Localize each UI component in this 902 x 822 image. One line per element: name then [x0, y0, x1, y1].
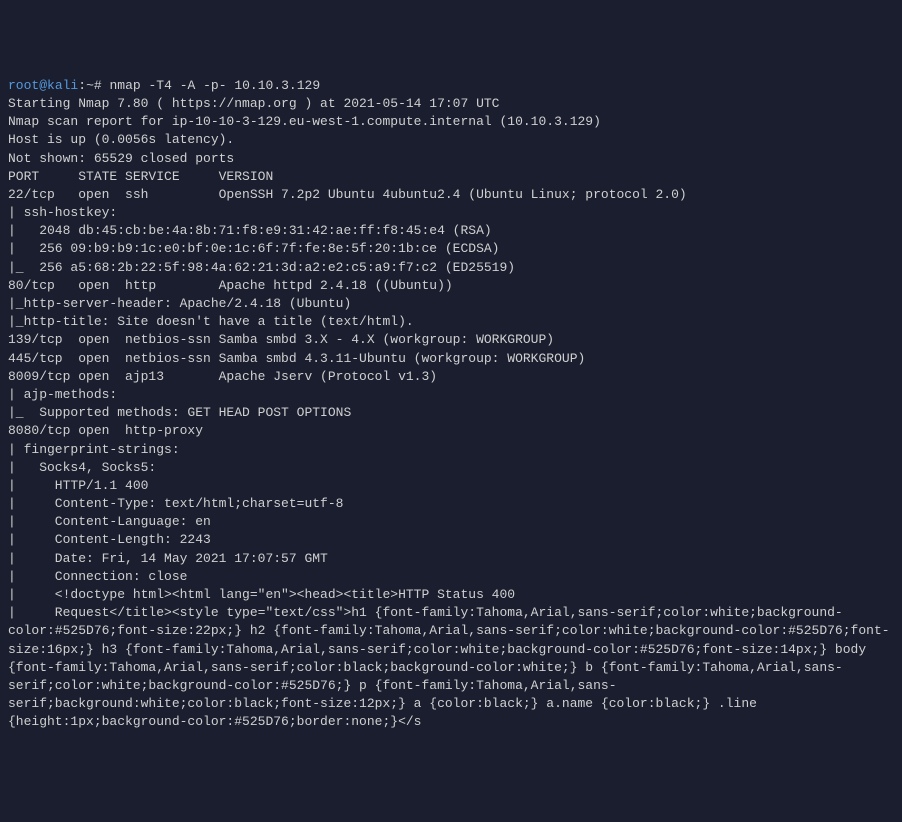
output-line: | 2048 db:45:cb:be:4a:8b:71:f8:e9:31:42:…	[8, 222, 894, 240]
output-line: 80/tcp open http Apache httpd 2.4.18 ((U…	[8, 277, 894, 295]
prompt-line[interactable]: root@kali:~# nmap -T4 -A -p- 10.10.3.129	[8, 77, 894, 95]
output-line: 8080/tcp open http-proxy	[8, 422, 894, 440]
output-line: PORT STATE SERVICE VERSION	[8, 168, 894, 186]
output-line: | 256 09:b9:b9:1c:e0:bf:0e:1c:6f:7f:fe:8…	[8, 240, 894, 258]
output-line: |_ Supported methods: GET HEAD POST OPTI…	[8, 404, 894, 422]
output-line: | fingerprint-strings:	[8, 441, 894, 459]
output-line: | <!doctype html><html lang="en"><head><…	[8, 586, 894, 604]
output-line: 445/tcp open netbios-ssn Samba smbd 4.3.…	[8, 350, 894, 368]
output-line: Nmap scan report for ip-10-10-3-129.eu-w…	[8, 113, 894, 131]
prompt-user: root	[8, 78, 39, 93]
output-line: | Content-Length: 2243	[8, 531, 894, 549]
output-line: | ajp-methods:	[8, 386, 894, 404]
terminal-output: root@kali:~# nmap -T4 -A -p- 10.10.3.129…	[8, 77, 894, 732]
output-line: | Content-Language: en	[8, 513, 894, 531]
output-line: |_ 256 a5:68:2b:22:5f:98:4a:62:21:3d:a2:…	[8, 259, 894, 277]
output-line: | Connection: close	[8, 568, 894, 586]
output-line: 139/tcp open netbios-ssn Samba smbd 3.X …	[8, 331, 894, 349]
output-line: Not shown: 65529 closed ports	[8, 150, 894, 168]
output-line: | Date: Fri, 14 May 2021 17:07:57 GMT	[8, 550, 894, 568]
output-line: 22/tcp open ssh OpenSSH 7.2p2 Ubuntu 4ub…	[8, 186, 894, 204]
prompt-colon: :	[78, 78, 86, 93]
output-line: | Request</title><style type="text/css">…	[8, 604, 894, 731]
output-line: | ssh-hostkey:	[8, 204, 894, 222]
output-line: | Content-Type: text/html;charset=utf-8	[8, 495, 894, 513]
output-line: 8009/tcp open ajp13 Apache Jserv (Protoc…	[8, 368, 894, 386]
command-input[interactable]: nmap -T4 -A -p- 10.10.3.129	[110, 78, 321, 93]
prompt-host: kali	[47, 78, 78, 93]
output-line: |_http-server-header: Apache/2.4.18 (Ubu…	[8, 295, 894, 313]
output-line: | HTTP/1.1 400	[8, 477, 894, 495]
prompt-at: @	[39, 78, 47, 93]
output-line: Starting Nmap 7.80 ( https://nmap.org ) …	[8, 95, 894, 113]
prompt-path: ~	[86, 78, 94, 93]
output-line: | Socks4, Socks5:	[8, 459, 894, 477]
prompt-symbol: #	[94, 78, 102, 93]
output-line: |_http-title: Site doesn't have a title …	[8, 313, 894, 331]
output-line: Host is up (0.0056s latency).	[8, 131, 894, 149]
